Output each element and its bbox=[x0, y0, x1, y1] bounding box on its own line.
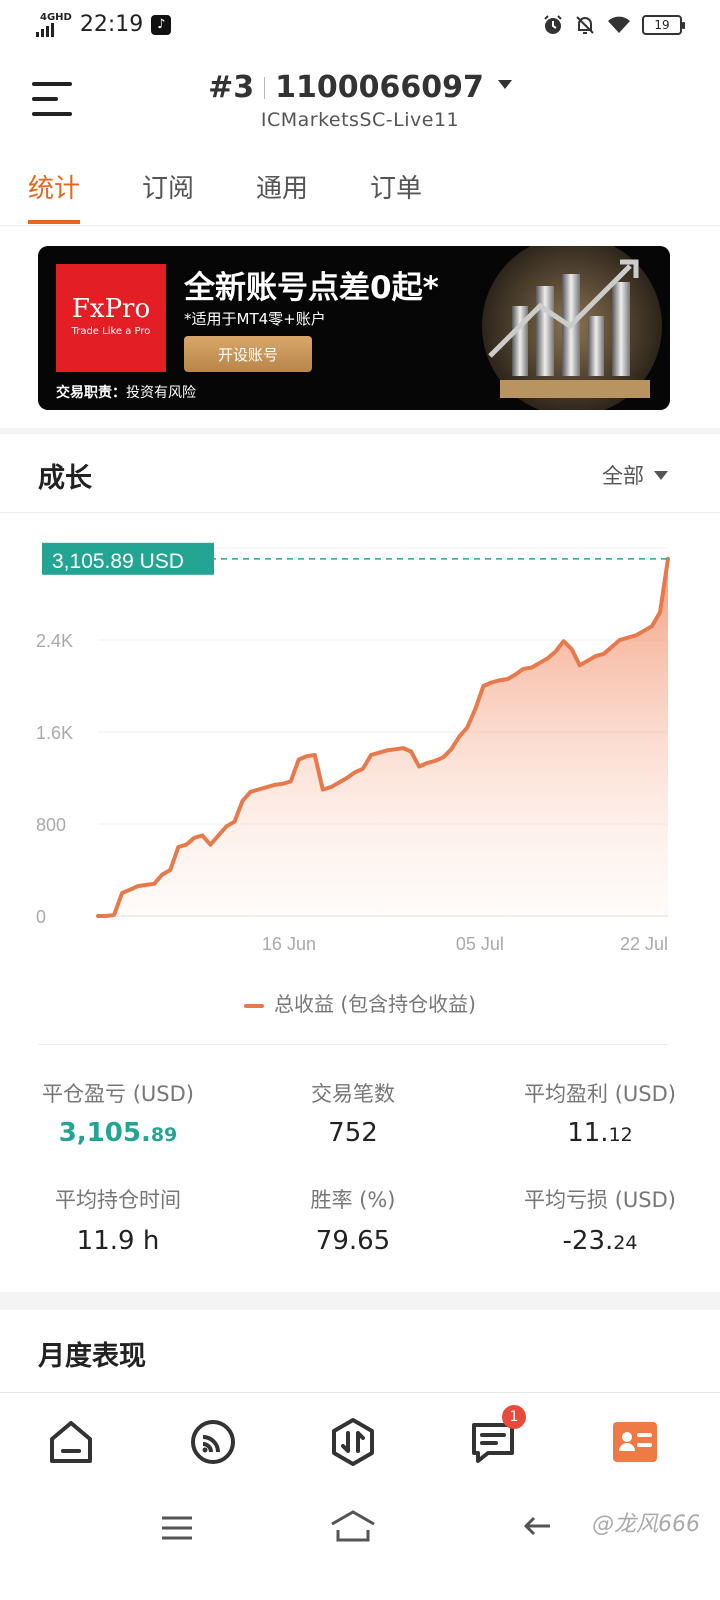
growth-period-value: 全部 bbox=[602, 464, 644, 488]
home-icon bbox=[50, 1421, 92, 1463]
stat-value: 3,105.89 bbox=[58, 1118, 178, 1148]
monthly-performance-title: 月度表现 bbox=[38, 1341, 146, 1372]
feed-icon bbox=[191, 1420, 235, 1464]
promo-banner[interactable]: FxPro Trade Like a Pro 全新账号点差0起* *适用于MT4… bbox=[38, 246, 670, 410]
section-divider bbox=[0, 428, 720, 434]
stat-value: -23.24 bbox=[562, 1226, 638, 1256]
stat-value: 11.12 bbox=[567, 1118, 633, 1148]
growth-chart[interactable]: 2.4K 1.6K 800 0 3,105.89 USD 16 Jun 05 Jul 22 J… bbox=[0, 530, 720, 970]
stat-value: 752 bbox=[328, 1118, 378, 1148]
legend-label: 总收益 (包含持仓收益) bbox=[274, 992, 476, 1016]
y-tick-label: 0 bbox=[36, 907, 46, 927]
messages-badge: 1 bbox=[502, 1405, 526, 1429]
account-index: #3 bbox=[208, 70, 255, 105]
divider bbox=[38, 1044, 668, 1045]
signal-icon bbox=[36, 22, 54, 37]
stat-value: 11.9 h bbox=[76, 1226, 160, 1256]
status-bar: 4GHD 22:19 ♪ 19 bbox=[0, 0, 720, 56]
system-navigation-bar bbox=[0, 1488, 720, 1600]
watermark: @龙风666 bbox=[592, 1512, 700, 1537]
clock: 22:19 bbox=[79, 12, 144, 37]
banner-subtitle: *适用于MT4零+账户 bbox=[184, 310, 326, 328]
section-divider bbox=[0, 1292, 720, 1310]
tab-bar: 统计 订阅 通用 订单 bbox=[0, 160, 720, 226]
y-tick-label: 1.6K bbox=[36, 723, 73, 743]
banner-title: 全新账号点差0起* bbox=[184, 270, 439, 306]
stat-label: 交易笔数 bbox=[311, 1082, 395, 1106]
tab-general[interactable]: 通用 bbox=[256, 168, 308, 224]
x-tick-label: 22 Jul bbox=[620, 934, 668, 954]
nav-home[interactable] bbox=[44, 1415, 98, 1469]
nav-profile[interactable] bbox=[608, 1415, 662, 1469]
chart-legend[interactable]: 总收益 (包含持仓收益) bbox=[0, 988, 720, 1017]
growth-title: 成长 bbox=[38, 463, 92, 494]
stat-label: 平均亏损 (USD) bbox=[524, 1188, 676, 1212]
battery-level: 19 bbox=[654, 18, 670, 32]
stat-label: 平均盈利 (USD) bbox=[524, 1082, 676, 1106]
fxpro-logo: FxPro Trade Like a Pro bbox=[56, 264, 166, 372]
y-tick-label: 800 bbox=[36, 815, 66, 835]
series-area bbox=[98, 558, 668, 916]
stat-value: 79.65 bbox=[315, 1226, 391, 1256]
divider bbox=[0, 512, 720, 513]
back-icon[interactable] bbox=[520, 1512, 560, 1544]
nav-feed[interactable] bbox=[186, 1415, 240, 1469]
mute-notification-icon bbox=[576, 16, 594, 34]
wifi-icon bbox=[608, 16, 630, 33]
stat-label: 平仓盈亏 (USD) bbox=[42, 1082, 194, 1106]
tab-statistics[interactable]: 统计 bbox=[28, 168, 81, 224]
open-account-button[interactable]: 开设账号 bbox=[184, 336, 312, 372]
recents-icon[interactable] bbox=[158, 1512, 196, 1544]
home-gesture-icon[interactable] bbox=[328, 1508, 378, 1544]
y-tick-label: 2.4K bbox=[36, 631, 73, 651]
x-tick-label: 05 Jul bbox=[456, 934, 504, 954]
rising-bars-illustration bbox=[482, 246, 662, 410]
alarm-icon bbox=[544, 15, 562, 34]
x-tick-label: 16 Jun bbox=[262, 934, 316, 954]
risk-disclaimer: 交易职责：投资有风险 bbox=[56, 385, 196, 401]
divider bbox=[264, 76, 266, 99]
server-name: ICMarketsSC-Live11 bbox=[260, 109, 460, 131]
stat-label: 平均持仓时间 bbox=[55, 1188, 181, 1212]
tab-subscribe[interactable]: 订阅 bbox=[142, 168, 194, 224]
tab-orders[interactable]: 订单 bbox=[370, 168, 422, 224]
bottom-navigation: 1 bbox=[0, 1392, 720, 1488]
current-value-label: 3,105.89 USD bbox=[52, 550, 184, 573]
account-number: 1100066097 bbox=[275, 70, 484, 105]
tiktok-notification-icon: ♪ bbox=[151, 14, 172, 35]
network-type: 4GHD bbox=[40, 11, 72, 23]
battery-icon: 19 bbox=[642, 15, 685, 35]
nav-trade[interactable] bbox=[326, 1415, 380, 1469]
account-selector[interactable]: #3 1100066097 ICMarketsSC-Live11 bbox=[0, 70, 720, 131]
profile-card-icon bbox=[613, 1422, 657, 1462]
growth-period-dropdown[interactable]: 全部 bbox=[602, 460, 668, 490]
nav-messages[interactable]: 1 bbox=[466, 1405, 526, 1469]
trade-icon bbox=[332, 1418, 374, 1466]
legend-swatch bbox=[244, 1003, 265, 1008]
caret-down-icon bbox=[497, 80, 512, 89]
caret-down-icon bbox=[654, 470, 668, 480]
stat-label: 胜率 (%) bbox=[310, 1188, 396, 1212]
